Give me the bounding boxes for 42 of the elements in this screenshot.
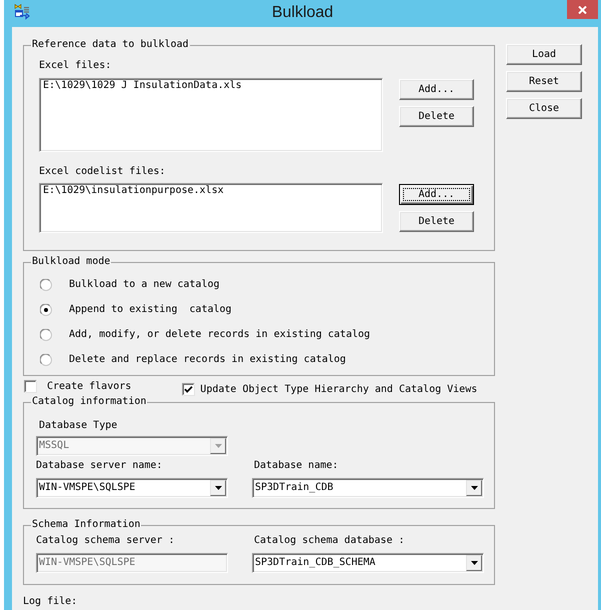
radio-label: Add, modify, or delete records in existing catalog <box>69 328 370 340</box>
field-label: Catalog schema server : <box>36 535 174 547</box>
add-button[interactable]: Add... <box>399 184 474 205</box>
radio-button[interactable] <box>40 304 52 316</box>
app-icon <box>14 4 30 20</box>
file-list-item[interactable]: E:\1029\insulationpurpose.xlsx <box>42 185 225 197</box>
checkbox[interactable] <box>24 380 37 393</box>
radio-button[interactable] <box>40 354 52 366</box>
file-list-box[interactable]: E:\1029\insulationpurpose.xlsx <box>39 183 383 233</box>
delete-button[interactable]: Delete <box>399 106 474 127</box>
combo-box[interactable]: SP3DTrain_CDB <box>252 478 484 498</box>
checkbox-label: Update Object Type Hierarchy and Catalog Views <box>200 384 478 396</box>
checkbox[interactable] <box>182 383 196 396</box>
load-button[interactable]: Load <box>506 44 582 65</box>
file-list-item[interactable]: E:\1029\1029 J InsulationData.xls <box>42 80 243 92</box>
group-title: Reference data to bulkload <box>31 39 190 51</box>
radio-label: Bulkload to a new catalog <box>69 278 220 290</box>
window-title: Bulkload <box>272 4 334 22</box>
reset-button[interactable]: Reset <box>506 71 582 92</box>
group-title: Catalog information <box>31 396 148 408</box>
radio-label: Delete and replace records in existing catalog <box>69 354 346 366</box>
radio-button[interactable] <box>40 328 52 340</box>
log-file-label: Log file: <box>23 596 78 608</box>
combo-box[interactable]: WIN-VMSPE\SQLSPE <box>36 478 228 498</box>
close-dialog-button[interactable]: Close <box>506 98 582 119</box>
field-label: Database Type <box>39 420 118 432</box>
add-button[interactable]: Add... <box>399 79 474 100</box>
close-button[interactable] <box>567 0 598 19</box>
close-icon <box>578 6 587 14</box>
field-label: Database name: <box>254 460 338 472</box>
delete-button[interactable]: Delete <box>399 211 474 232</box>
field-label: Excel files: <box>39 60 112 72</box>
field-label: Catalog schema database : <box>254 535 405 547</box>
radio-label: Append to existing catalog <box>69 304 232 316</box>
group-title: Schema Information <box>31 519 142 531</box>
field-label: Excel codelist files: <box>39 166 166 178</box>
group-title: Bulkload mode <box>31 256 112 268</box>
field-label: Database server name: <box>36 460 162 472</box>
radio-button[interactable] <box>40 278 52 290</box>
file-list-box[interactable]: E:\1029\1029 J InsulationData.xls <box>39 78 383 152</box>
checkbox-label: Create flavors <box>47 380 132 392</box>
combo-box[interactable]: SP3DTrain_CDB_SCHEMA <box>252 553 484 573</box>
